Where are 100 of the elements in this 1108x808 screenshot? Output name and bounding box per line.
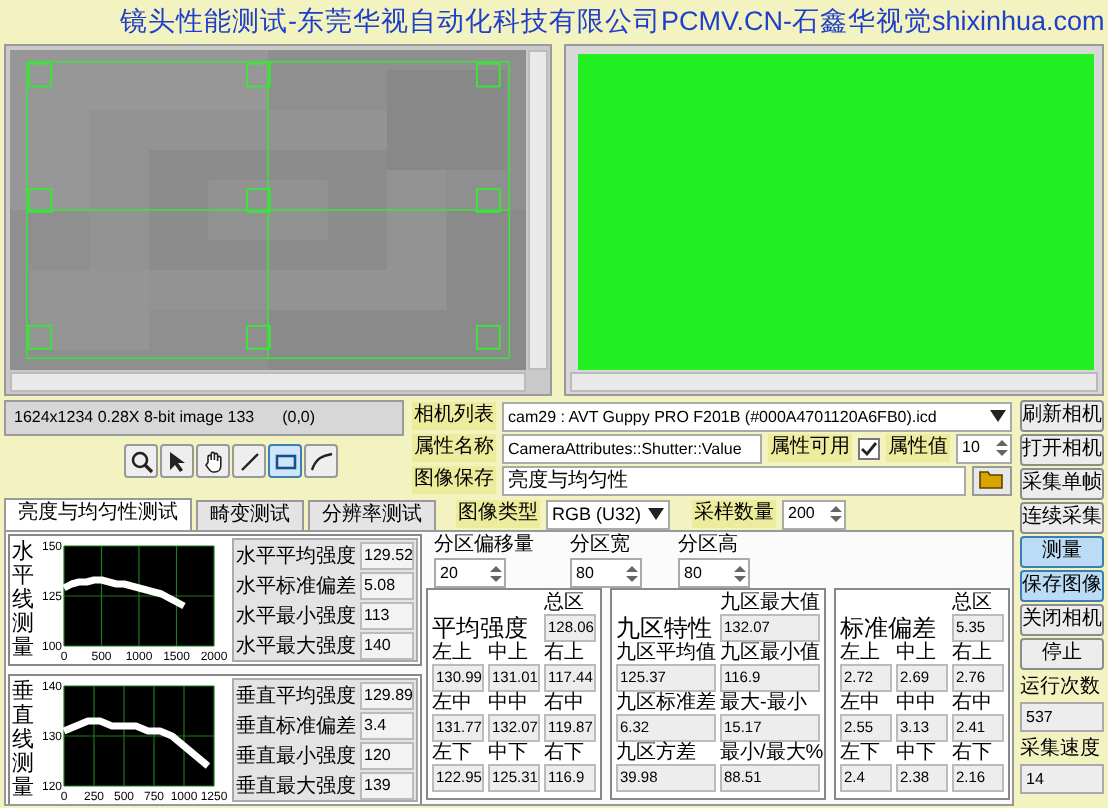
cell-label: 中上	[896, 644, 938, 664]
cell-label: 左下	[840, 744, 882, 764]
number-input[interactable]: 80	[570, 558, 642, 588]
number-input[interactable]: 10	[956, 433, 1012, 463]
scrollbar[interactable]	[570, 372, 1098, 392]
save-path-field[interactable]: 亮度与均匀性	[502, 465, 966, 495]
stat-label: 垂直标准偏差	[236, 713, 356, 739]
spin-arrows-icon[interactable]	[490, 565, 502, 581]
cell-label: 右中	[544, 694, 586, 714]
stat-label: 垂直最小强度	[236, 743, 356, 769]
panel-title: 标准偏差	[840, 614, 938, 642]
action-button[interactable]: 刷新相机	[1020, 400, 1104, 432]
stat-label: 水平平均强度	[236, 543, 356, 569]
field-label: 图像保存	[412, 466, 496, 494]
stat-label: 水平最小强度	[236, 603, 356, 629]
counter-label: 运行次数	[1020, 676, 1102, 700]
folder-icon	[978, 470, 1006, 490]
freehand-line-tool-button[interactable]	[304, 444, 338, 478]
pan-tool-button[interactable]	[196, 444, 230, 478]
panel-title: 九区特性	[616, 614, 714, 642]
checkbox[interactable]	[858, 437, 880, 459]
field-label: 属性名称	[412, 434, 496, 462]
action-button[interactable]: 连续采集	[1020, 502, 1104, 534]
cell-label: 总区	[952, 594, 994, 614]
cursor-coordinates: (0,0)	[282, 406, 316, 430]
spin-arrows-icon[interactable]	[996, 440, 1008, 456]
curve-icon	[309, 449, 333, 473]
counter-label: 采集速度	[1020, 738, 1102, 762]
cell-label: 中上	[488, 644, 530, 664]
stat-value: 113	[360, 602, 414, 630]
action-button[interactable]: 保存图像	[1020, 570, 1104, 602]
tab[interactable]: 畸变测试	[196, 500, 304, 530]
field-label: 分区高	[678, 534, 740, 558]
line-icon	[237, 449, 261, 473]
stat-label: 水平标准偏差	[236, 573, 356, 599]
cell-label: 九区方差	[616, 744, 698, 764]
cell-label: 右中	[952, 694, 994, 714]
pointer-tool-button[interactable]	[160, 444, 194, 478]
cell-label: 中中	[488, 694, 530, 714]
cell-label: 九区标准差	[616, 694, 716, 714]
scrollbar[interactable]	[10, 372, 526, 392]
field-label: 采样数量	[692, 500, 776, 528]
camera-dropdown[interactable]: cam29 : AVT Guppy PRO F201B (#000A4701120A6FB0).icd	[502, 401, 1012, 431]
cell-label: 中下	[896, 744, 938, 764]
cell-label: 总区	[544, 594, 586, 614]
stat-value: 139	[360, 772, 414, 800]
line-tool-button[interactable]	[232, 444, 266, 478]
window-title: 镜头性能测试-东莞华视自动化科技有限公司PCMV.CN-石鑫华视觉shixinhua.com	[118, 4, 1107, 40]
browse-button[interactable]	[972, 465, 1012, 495]
field-label: 属性值	[886, 434, 950, 462]
zoom-tool-button[interactable]	[124, 444, 158, 478]
attribute-field[interactable]: CameraAttributes::Shutter::Value	[502, 433, 762, 463]
image-type-dropdown[interactable]: RGB (U32)	[546, 499, 670, 529]
cell-label: 右上	[544, 644, 586, 664]
cell-label: 右上	[952, 644, 994, 664]
tab[interactable]: 分辨率测试	[308, 500, 436, 530]
number-input[interactable]: 20	[434, 558, 506, 588]
cell-label: 九区平均值	[616, 644, 716, 664]
action-button[interactable]: 打开相机	[1020, 434, 1104, 466]
stat-value: 140	[360, 632, 414, 660]
cell-label: 右下	[952, 744, 994, 764]
field-label: 相机列表	[412, 402, 496, 430]
cell-label: 左中	[840, 694, 882, 714]
rectangle-tool-button[interactable]	[268, 444, 302, 478]
caret-icon	[648, 508, 664, 520]
hand-icon	[201, 449, 225, 473]
caret-icon	[990, 410, 1006, 422]
stat-value: 120	[360, 742, 414, 770]
number-input[interactable]: 200	[782, 499, 846, 529]
field-label: 图像类型	[456, 500, 540, 528]
cell-label: 左中	[432, 694, 474, 714]
data-line	[62, 576, 186, 610]
counter-value: 14	[1020, 764, 1104, 794]
cell-label: 最小/最大%	[720, 744, 820, 764]
cell-label: 右下	[544, 744, 586, 764]
field-label: 属性可用	[768, 434, 852, 462]
stat-label: 垂直平均强度	[236, 683, 356, 709]
number-input[interactable]: 80	[678, 558, 750, 588]
stat-label: 水平最大强度	[236, 633, 356, 659]
counter-value: 537	[1020, 702, 1104, 732]
cell-label: 左下	[432, 744, 474, 764]
action-button[interactable]: 测量	[1020, 536, 1104, 568]
field-label: 分区宽	[570, 534, 632, 558]
action-button[interactable]: 停止	[1020, 638, 1104, 670]
search-icon	[129, 449, 153, 473]
chart-label: 水平线测量	[12, 539, 34, 661]
panel-title: 平均强度	[432, 614, 530, 642]
tab[interactable]: 亮度与均匀性测试	[4, 498, 192, 530]
image-info: 1624x1234 0.28X 8-bit image 133	[14, 406, 255, 430]
field-label: 分区偏移量	[434, 534, 534, 558]
action-button[interactable]: 关闭相机	[1020, 604, 1104, 636]
scrollbar[interactable]	[528, 50, 548, 370]
action-button[interactable]: 采集单帧	[1020, 468, 1104, 500]
chart-label: 垂直线测量	[12, 679, 34, 801]
spin-arrows-icon[interactable]	[734, 565, 746, 581]
spin-arrows-icon[interactable]	[626, 565, 638, 581]
cell-label: 中中	[896, 694, 938, 714]
stat-value: 3.4	[360, 712, 414, 740]
stat-value: 5.08	[360, 572, 414, 600]
spin-arrows-icon[interactable]	[830, 506, 842, 522]
